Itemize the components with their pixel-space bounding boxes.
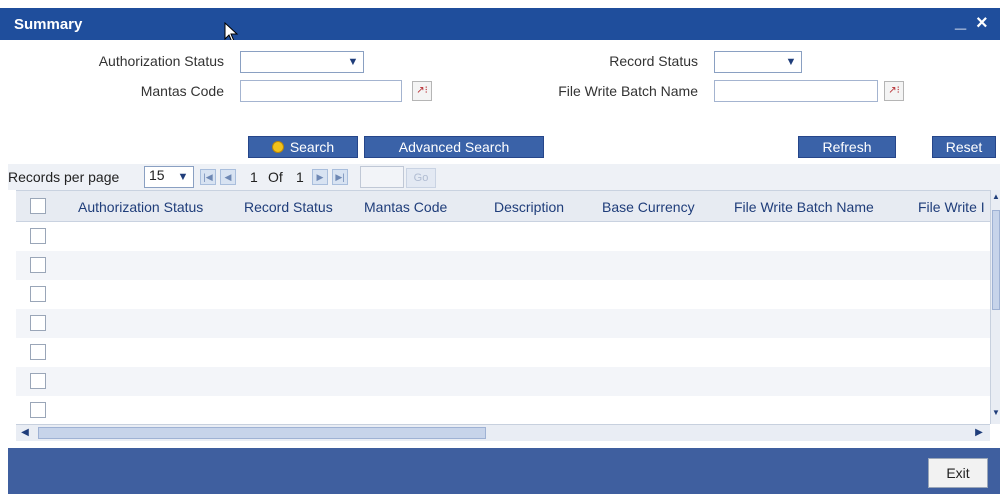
row-checkbox[interactable] [30,344,46,360]
table-row[interactable] [16,396,990,424]
current-page: 1 [250,169,258,185]
mantas-code-input[interactable] [240,80,402,102]
column-header[interactable]: File Write I [918,199,985,215]
column-header[interactable]: File Write Batch Name [734,199,874,215]
file-write-batch-name-input[interactable] [714,80,878,102]
window-titlebar: Summary _ × [0,8,1000,43]
minimize-button[interactable]: _ [955,10,966,33]
window-title: Summary [14,16,83,33]
chevron-down-icon[interactable]: ▼ [345,54,361,70]
row-checkbox[interactable] [30,228,46,244]
file-write-batch-name-label: File Write Batch Name [558,83,698,99]
row-checkbox[interactable] [30,373,46,389]
record-status-select[interactable]: ▼ [714,51,802,73]
table-row[interactable] [16,338,990,367]
table-row[interactable] [16,309,990,338]
horizontal-scrollbar[interactable]: ◀ ▶ [16,424,990,441]
records-per-page-label: Records per page [8,169,120,185]
record-status-label: Record Status [609,53,698,69]
total-pages: 1 [296,169,304,185]
column-header[interactable]: Mantas Code [364,199,447,215]
close-button[interactable]: × [976,12,988,35]
scroll-right-icon[interactable]: ▶ [972,426,986,440]
previous-page-icon[interactable]: ◀ [220,169,236,185]
select-all-checkbox[interactable] [30,198,46,214]
scroll-up-icon[interactable]: ▲ [991,192,1000,204]
grid-header: Authorization Status Record Status Manta… [16,190,990,222]
first-page-icon[interactable]: |◀ [200,169,216,185]
vertical-scrollbar[interactable]: ▲ ▼ [990,190,1000,424]
scroll-down-icon[interactable]: ▼ [991,408,1000,420]
mantas-code-label: Mantas Code [140,83,224,99]
authorization-status-label: Authorization Status [98,53,224,69]
column-header[interactable]: Description [494,199,564,215]
refresh-button[interactable]: Refresh [798,136,896,158]
records-per-page-select[interactable]: 15 ▼ [144,166,194,188]
summary-content: Authorization Status ▼ Record Status ▼ M… [8,40,1000,448]
pagination-toolbar: Records per page 15 ▼ |◀ ◀ 1 Of 1 ▶ ▶| G… [8,164,1000,190]
table-row[interactable] [16,251,990,280]
lov-icon[interactable]: ↗⁝ [884,81,904,101]
reset-button[interactable]: Reset [932,136,996,158]
chevron-down-icon[interactable]: ▼ [783,54,799,70]
footer-bar: Exit [8,448,1000,494]
lov-icon[interactable]: ↗⁝ [412,81,432,101]
row-checkbox[interactable] [30,402,46,418]
column-header[interactable]: Base Currency [602,199,695,215]
row-checkbox[interactable] [30,257,46,273]
advanced-search-button[interactable]: Advanced Search [364,136,544,158]
row-checkbox[interactable] [30,315,46,331]
chevron-down-icon[interactable]: ▼ [175,169,191,185]
column-header[interactable]: Authorization Status [78,199,203,215]
scroll-left-icon[interactable]: ◀ [18,426,32,440]
records-per-page-value: 15 [149,167,165,183]
exit-button[interactable]: Exit [928,458,988,488]
table-row[interactable] [16,367,990,396]
column-header[interactable]: Record Status [244,199,333,215]
last-page-icon[interactable]: ▶| [332,169,348,185]
row-checkbox[interactable] [30,286,46,302]
vertical-scroll-thumb[interactable] [992,210,1000,310]
search-icon [271,141,284,153]
table-row[interactable] [16,222,990,251]
table-row[interactable] [16,280,990,309]
grid-body [16,222,990,424]
go-button[interactable]: Go [406,168,436,188]
page-number-input[interactable] [360,166,404,188]
horizontal-scroll-thumb[interactable] [38,427,486,439]
search-button[interactable]: Search [248,136,358,158]
search-button-label: Search [289,139,335,155]
next-page-icon[interactable]: ▶ [312,169,328,185]
of-label: Of [268,169,283,185]
authorization-status-select[interactable]: ▼ [240,51,364,73]
